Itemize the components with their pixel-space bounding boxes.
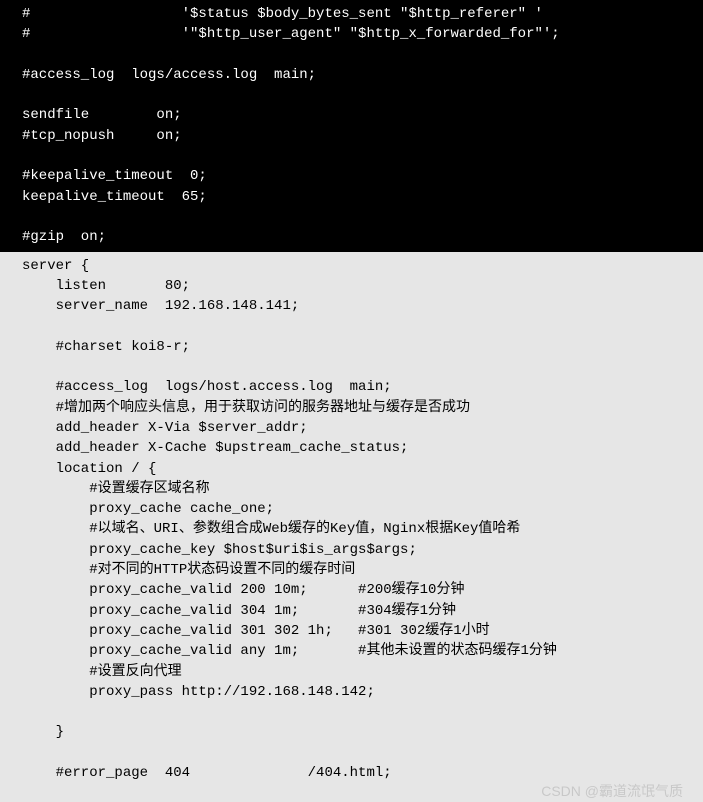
csdn-watermark: CSDN @霸道流氓气质 — [0, 781, 703, 801]
code-line: keepalive_timeout 65; — [22, 189, 207, 205]
code-line: location / { — [22, 461, 156, 477]
code-line: #access_log logs/host.access.log main; — [22, 379, 392, 395]
code-line: server { — [22, 258, 89, 274]
config-dark-block: # '$status $body_bytes_sent "$http_refer… — [0, 0, 703, 252]
code-line: proxy_cache_valid any 1m; #其他未设置的状态码缓存1分… — [22, 643, 557, 659]
code-line: } — [22, 724, 64, 740]
code-line: #以域名、URI、参数组合成Web缓存的Key值，Nginx根据Key值哈希 — [22, 521, 520, 537]
code-line: # '"$http_user_agent" "$http_x_forwarded… — [22, 26, 560, 42]
code-line: #对不同的HTTP状态码设置不同的缓存时间 — [22, 562, 355, 578]
code-line: proxy_cache_valid 304 1m; #304缓存1分钟 — [22, 603, 456, 619]
code-line: #增加两个响应头信息，用于获取访问的服务器地址与缓存是否成功 — [22, 400, 470, 416]
code-line: server_name 192.168.148.141; — [22, 298, 299, 314]
code-line: sendfile on; — [22, 107, 182, 123]
code-line: proxy_cache cache_one; — [22, 501, 274, 517]
code-line: # '$status $body_bytes_sent "$http_refer… — [22, 6, 543, 22]
code-line: #tcp_nopush on; — [22, 128, 182, 144]
code-line: proxy_pass http://192.168.148.142; — [22, 684, 375, 700]
config-light-block: server { listen 80; server_name 192.168.… — [0, 252, 703, 784]
code-line: #access_log logs/access.log main; — [22, 67, 316, 83]
code-line: listen 80; — [22, 278, 190, 294]
code-line: #gzip on; — [22, 229, 106, 245]
code-line: #keepalive_timeout 0; — [22, 168, 207, 184]
code-line: proxy_cache_key $host$uri$is_args$args; — [22, 542, 417, 558]
code-line: #charset koi8-r; — [22, 339, 190, 355]
code-line: #设置缓存区域名称 — [22, 481, 210, 497]
code-line: add_header X-Via $server_addr; — [22, 420, 308, 436]
code-line: proxy_cache_valid 301 302 1h; #301 302缓存… — [22, 623, 490, 639]
code-line: #设置反向代理 — [22, 664, 182, 680]
code-line: #error_page 404 /404.html; — [22, 765, 392, 781]
code-line: add_header X-Cache $upstream_cache_statu… — [22, 440, 408, 456]
code-line: proxy_cache_valid 200 10m; #200缓存10分钟 — [22, 582, 464, 598]
